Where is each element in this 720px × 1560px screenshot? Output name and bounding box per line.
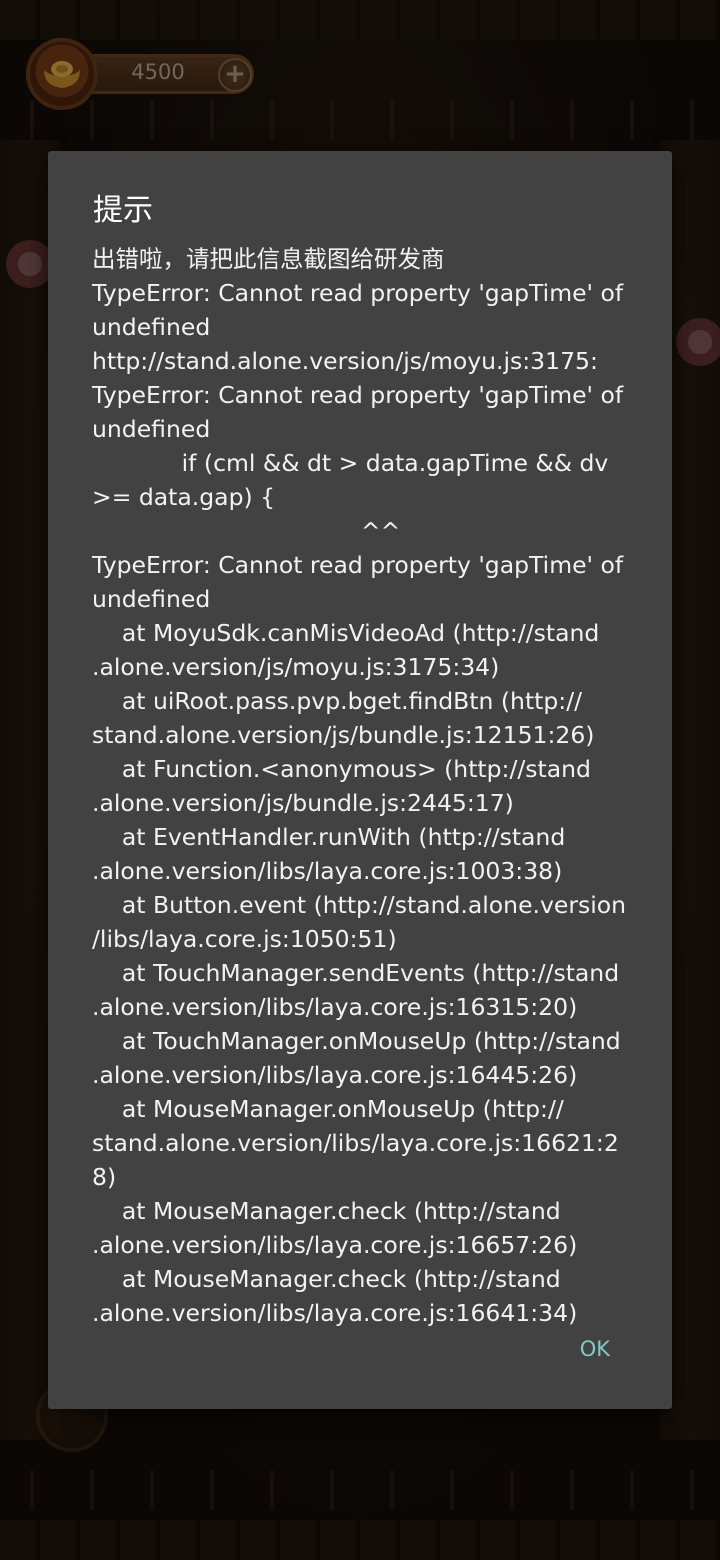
dialog-message-line: .alone.version/libs/laya.core.js:16657:2… bbox=[92, 1231, 578, 1259]
dialog-message-line: at MouseManager.check (http://stand bbox=[92, 1197, 561, 1225]
dialog-message-line: stand.alone.version/js/bundle.js:12151:2… bbox=[92, 721, 595, 749]
gold-ingot-icon bbox=[26, 38, 98, 110]
dialog-message-line: 出错啦，请把此信息截图给研发商 bbox=[92, 245, 445, 273]
dialog-message-line: .alone.version/libs/laya.core.js:1003:38… bbox=[92, 857, 563, 885]
dialog-message-line: at TouchManager.sendEvents (http://stand bbox=[92, 959, 620, 987]
add-currency-button[interactable]: + bbox=[218, 58, 252, 92]
dialog-message-line: >= data.gap) { bbox=[92, 483, 276, 511]
dialog-message-line: at Button.event (http://stand.alone.vers… bbox=[92, 891, 627, 919]
gold-ingot-icon-graphic bbox=[44, 61, 80, 88]
dialog-title: 提示 bbox=[93, 193, 153, 228]
game-screen: 4500 + 提示 出错啦，请把此信息截图给研发商 TypeError: Cann… bbox=[0, 0, 720, 1560]
error-dialog: 提示 出错啦，请把此信息截图给研发商 TypeError: Cannot read… bbox=[48, 151, 672, 1409]
currency-bar: 4500 + bbox=[26, 38, 262, 110]
dialog-message-line: if (cml && dt > data.gapTime && dv bbox=[92, 449, 609, 477]
dialog-message-line: TypeError: Cannot read property 'gapTime… bbox=[92, 551, 624, 579]
dialog-message-line: at EventHandler.runWith (http://stand bbox=[92, 823, 566, 851]
dialog-message-line: undefined bbox=[92, 313, 211, 341]
dialog-message-line: at TouchManager.onMouseUp (http://stand bbox=[92, 1027, 621, 1055]
dialog-message-line: undefined bbox=[92, 585, 211, 613]
dialog-message-line: .alone.version/libs/laya.core.js:16641:3… bbox=[92, 1299, 578, 1327]
dialog-message-line: at uiRoot.pass.pvp.bget.findBtn (http:// bbox=[92, 687, 583, 715]
dialog-message-line: TypeError: Cannot read property 'gapTime… bbox=[92, 381, 624, 409]
dialog-message-line: ^^ bbox=[92, 517, 401, 545]
dialog-message-line: TypeError: Cannot read property 'gapTime… bbox=[92, 279, 624, 307]
ok-button[interactable]: OK bbox=[580, 1337, 610, 1361]
dialog-message: 出错啦，请把此信息截图给研发商 TypeError: Cannot read pr… bbox=[92, 242, 632, 1330]
dialog-message-line: http://stand.alone.version/js/moyu.js:31… bbox=[92, 347, 598, 375]
dialog-message-line: undefined bbox=[92, 415, 211, 443]
dialog-message-line: at Function.<anonymous> (http://stand bbox=[92, 755, 591, 783]
dialog-message-line: at MouseManager.check (http://stand bbox=[92, 1265, 561, 1293]
dialog-message-line: at MouseManager.onMouseUp (http:// bbox=[92, 1095, 564, 1123]
dialog-message-line: .alone.version/js/bundle.js:2445:17) bbox=[92, 789, 514, 817]
dialog-message-line: at MoyuSdk.canMisVideoAd (http://stand bbox=[92, 619, 600, 647]
dialog-message-line: .alone.version/libs/laya.core.js:16445:2… bbox=[92, 1061, 578, 1089]
dialog-message-line: .alone.version/js/moyu.js:3175:34) bbox=[92, 653, 500, 681]
currency-amount: 4500 bbox=[131, 60, 185, 84]
dialog-message-line: stand.alone.version/libs/laya.core.js:16… bbox=[92, 1129, 619, 1191]
dialog-message-line: /libs/laya.core.js:1050:51) bbox=[92, 925, 397, 953]
dialog-message-line: .alone.version/libs/laya.core.js:16315:2… bbox=[92, 993, 578, 1021]
